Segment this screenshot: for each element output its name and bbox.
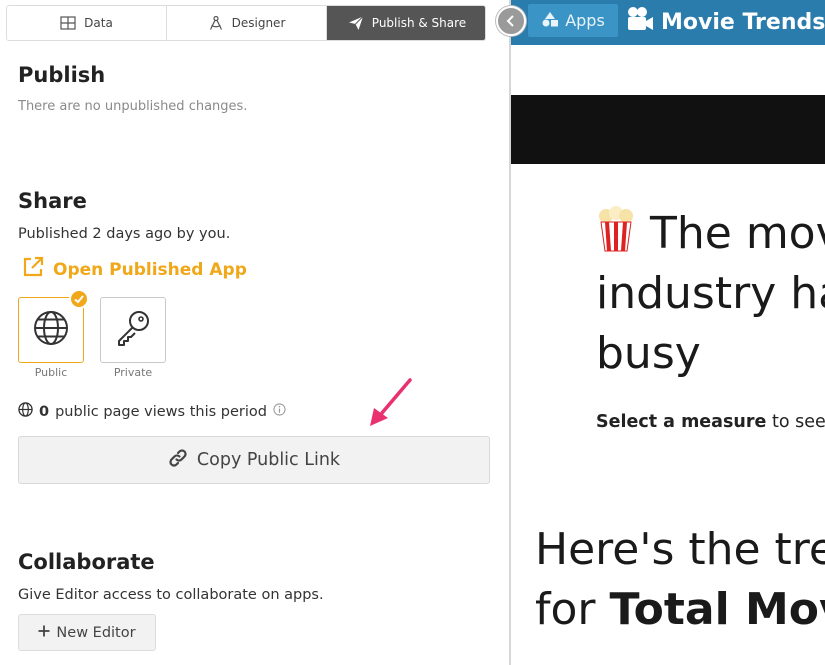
tab-data[interactable]: Data (7, 6, 167, 40)
trend-line-2-prefix: for (535, 584, 596, 635)
hero-line-3: busy (596, 328, 701, 379)
new-editor-button[interactable]: New Editor (18, 614, 156, 651)
tab-data-label: Data (84, 16, 113, 30)
shapes-icon (541, 11, 559, 31)
publish-heading: Publish (18, 63, 106, 87)
app-title: Movie Trends (626, 6, 825, 38)
key-icon (113, 308, 153, 352)
pointer-arrow-annotation (366, 376, 416, 432)
collaborate-heading: Collaborate (18, 550, 155, 574)
publish-status: There are no unpublished changes. (18, 99, 248, 114)
copy-public-link-label: Copy Public Link (196, 450, 341, 470)
trend-line-2-bold: Total Mov (609, 584, 825, 635)
visibility-public-label: Public (34, 366, 68, 379)
app-header: Apps Movie Trends (511, 0, 825, 45)
visibility-private-option[interactable] (100, 297, 166, 363)
link-icon (168, 448, 188, 473)
visibility-private-label: Private (113, 366, 153, 379)
tab-publish-share[interactable]: Publish & Share (327, 6, 485, 40)
tab-bar: Data Designer Publish & Share (6, 5, 486, 41)
open-published-app-link[interactable]: Open Published App (22, 256, 247, 283)
check-icon (69, 289, 89, 309)
page-views-text: public page views this period (55, 403, 267, 420)
external-link-icon (22, 256, 44, 283)
popcorn-icon (596, 206, 650, 259)
page-views-line: 0 public page views this period (18, 402, 286, 421)
trend-heading: Here's the tre for Total Mov (535, 520, 825, 640)
new-editor-label: New Editor (56, 624, 136, 641)
select-measure-rest: to see th (771, 412, 825, 432)
globe-small-icon (18, 402, 33, 421)
hero-banner (511, 95, 825, 164)
share-heading: Share (18, 189, 87, 213)
movie-camera-icon (626, 6, 654, 38)
compass-icon (208, 15, 224, 31)
hero-line-2: industry ha (596, 268, 825, 319)
globe-icon (33, 310, 69, 350)
collapse-panel-button[interactable] (496, 6, 526, 36)
paper-plane-icon (348, 15, 364, 31)
page-views-count: 0 (39, 403, 50, 420)
plus-icon (38, 625, 50, 641)
hero-text: The mov industry ha busy (596, 204, 825, 384)
trend-line-2: for Total Mov (535, 580, 825, 640)
tab-publish-share-label: Publish & Share (371, 16, 467, 30)
info-icon[interactable] (273, 403, 286, 420)
table-icon (60, 16, 76, 30)
hero-line-1-text: The mov (650, 208, 825, 259)
hero-line-1: The mov (596, 204, 825, 264)
chevron-left-icon (506, 12, 516, 31)
open-published-app-label: Open Published App (53, 259, 247, 280)
tab-designer[interactable]: Designer (167, 6, 327, 40)
copy-public-link-button[interactable]: Copy Public Link (18, 436, 490, 484)
app-title-text: Movie Trends (661, 9, 825, 35)
app-preview: Apps Movie Trends The mov industry ha bu… (511, 0, 825, 665)
collaborate-description: Give Editor access to collaborate on app… (18, 587, 324, 603)
apps-button[interactable]: Apps (528, 4, 618, 37)
publish-share-panel: Data Designer Publish & Share Publish Th… (0, 0, 509, 665)
trend-line-1: Here's the tre (535, 524, 825, 575)
select-measure-prompt: Select a measure to see th (596, 412, 825, 432)
tab-designer-label: Designer (231, 16, 286, 30)
apps-button-label: Apps (565, 11, 605, 30)
share-status: Published 2 days ago by you. (18, 226, 231, 242)
select-measure-bold: Select a measure (596, 412, 767, 432)
